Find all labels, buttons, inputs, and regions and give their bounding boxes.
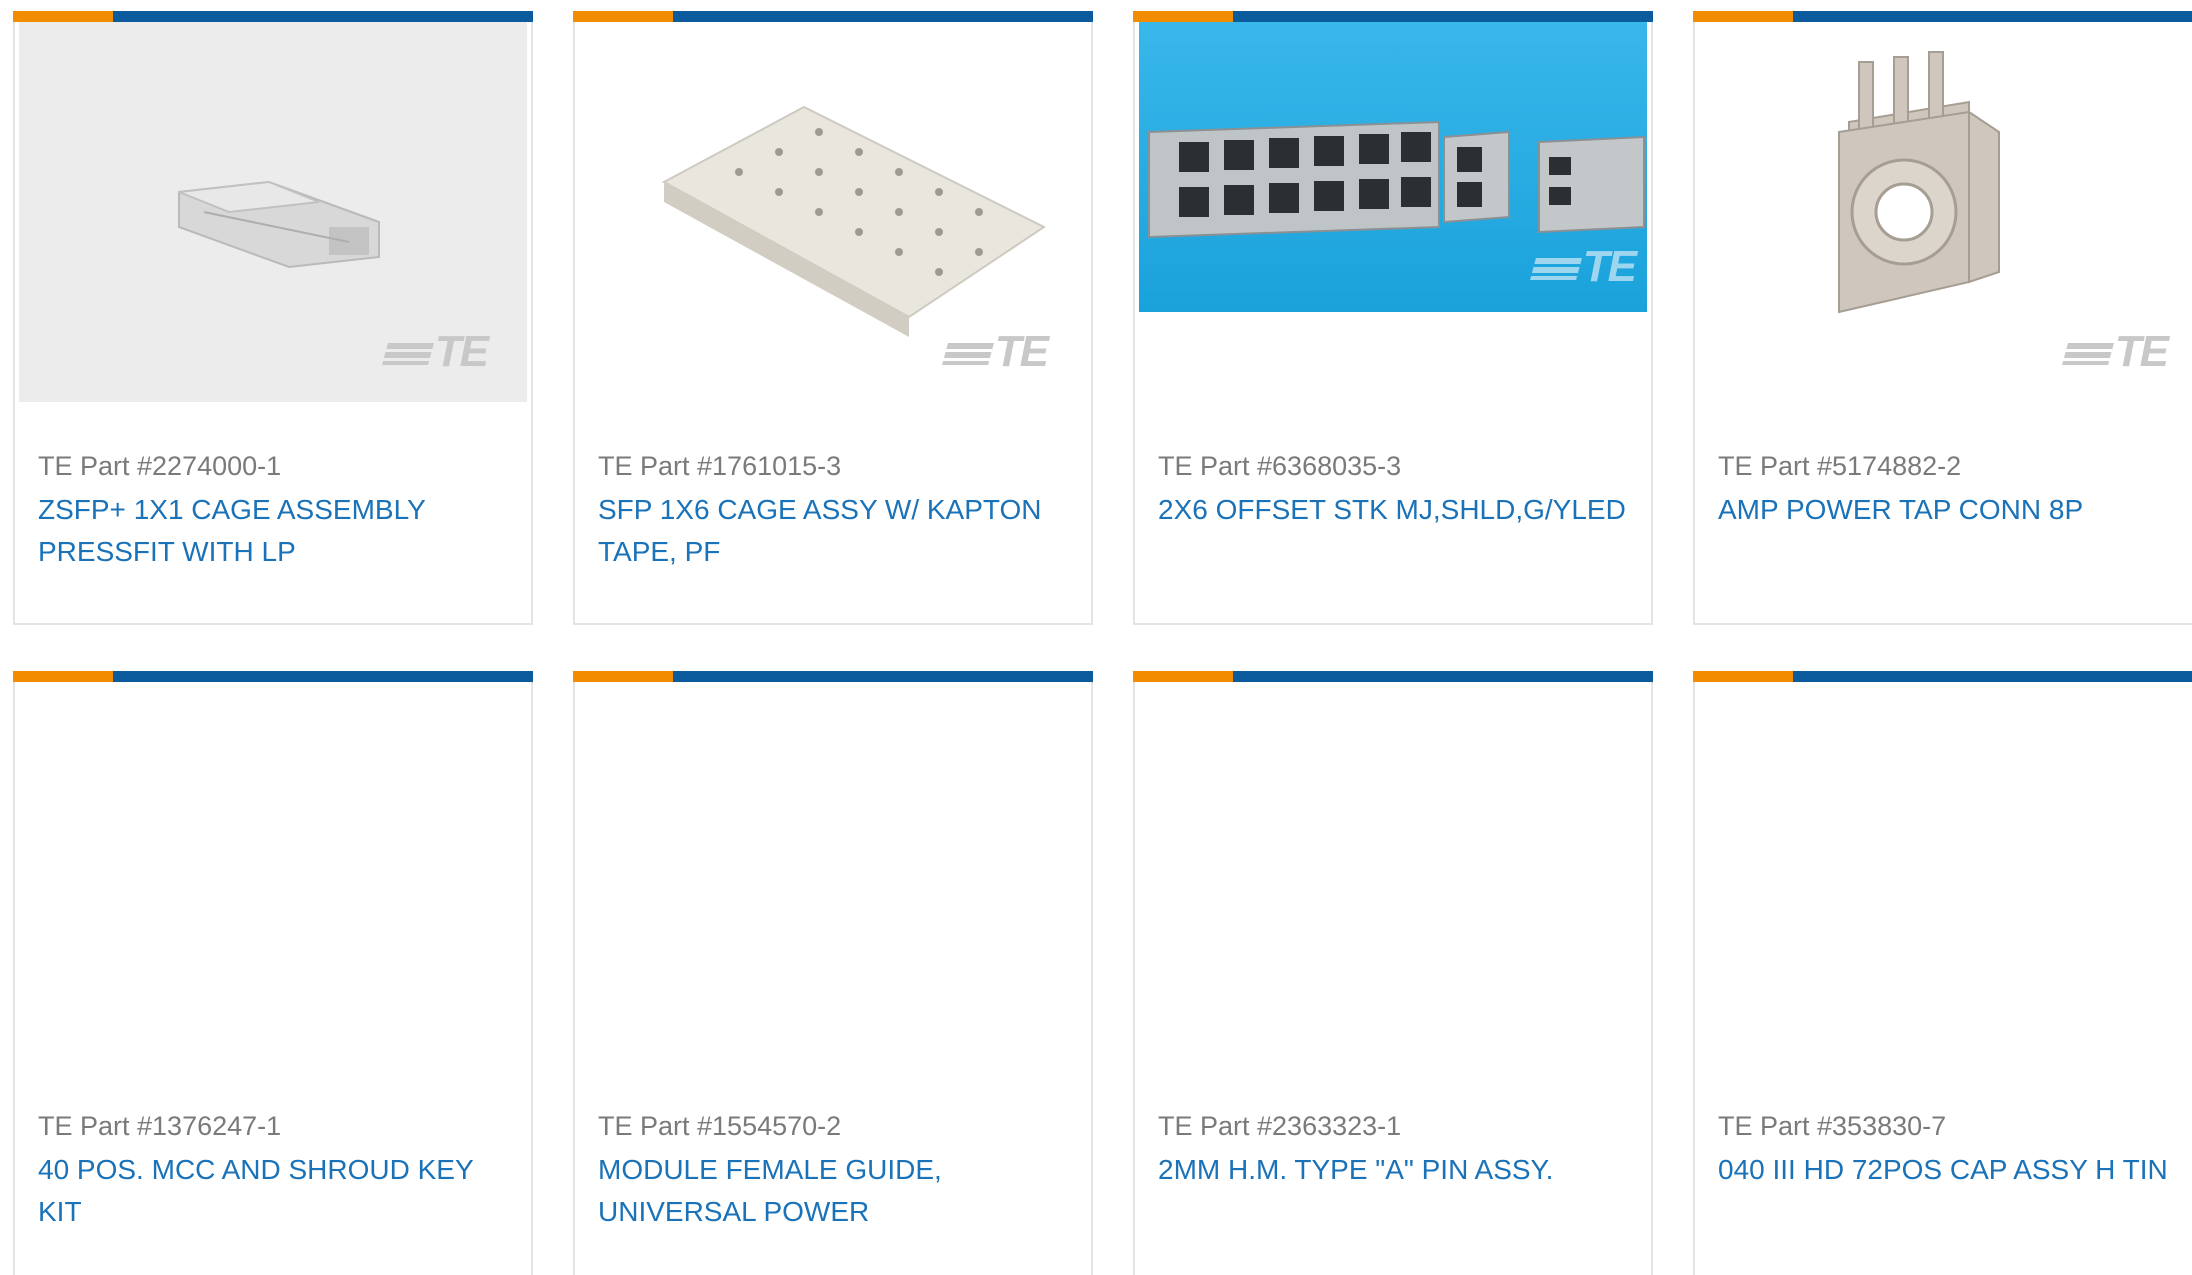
product-title-link[interactable]: 40 POS. MCC AND SHROUD KEY KIT	[38, 1149, 508, 1233]
product-image-placeholder[interactable]	[579, 682, 1087, 1062]
part-number: TE Part #1761015-3	[598, 451, 842, 481]
te-logo-watermark-icon: TE	[941, 327, 1049, 377]
card-accent-bar	[1693, 671, 2192, 682]
te-logo-watermark-icon: TE	[1529, 242, 1637, 292]
product-title-link[interactable]: 040 III HD 72POS CAP ASSY H TIN	[1718, 1149, 2188, 1191]
product-card[interactable]: TE TE Part #6368035-3 2X6 OFFSET STK MJ,…	[1133, 11, 1653, 625]
part-number: TE Part #2274000-1	[38, 451, 282, 481]
part-number: TE Part #5174882-2	[1718, 451, 1962, 481]
product-image[interactable]: TE	[1699, 22, 2192, 402]
te-logo-watermark-icon: TE	[381, 327, 489, 377]
product-card[interactable]: TE Part #1554570-2 MODULE FEMALE GUIDE, …	[573, 671, 1093, 1275]
product-title-link[interactable]: AMP POWER TAP CONN 8P	[1718, 489, 2188, 531]
product-image-placeholder[interactable]	[1699, 682, 2192, 1062]
product-grid: TE TE Part #2274000-1 ZSFP+ 1X1 CAGE ASS…	[0, 0, 2192, 1275]
product-card[interactable]: TE Part #353830-7 040 III HD 72POS CAP A…	[1693, 671, 2192, 1275]
card-accent-bar	[573, 671, 1093, 682]
card-accent-bar	[1133, 11, 1653, 22]
card-accent-bar	[13, 671, 533, 682]
product-card[interactable]: TE Part #1376247-1 40 POS. MCC AND SHROU…	[13, 671, 533, 1275]
product-card[interactable]: TE TE Part #5174882-2 AMP POWER TAP CONN…	[1693, 11, 2192, 625]
part-number: TE Part #1376247-1	[38, 1111, 282, 1141]
card-accent-bar	[1133, 671, 1653, 682]
part-number: TE Part #6368035-3	[1158, 451, 1402, 481]
product-title-link[interactable]: 2MM H.M. TYPE "A" PIN ASSY.	[1158, 1149, 1628, 1191]
te-logo-watermark-icon: TE	[2061, 327, 2169, 377]
product-image-placeholder[interactable]	[1139, 682, 1647, 1062]
part-number: TE Part #1554570-2	[598, 1111, 842, 1141]
product-image[interactable]: TE	[1139, 22, 1647, 402]
product-image[interactable]: TE	[579, 22, 1087, 402]
product-title-link[interactable]: MODULE FEMALE GUIDE, UNIVERSAL POWER	[598, 1149, 1068, 1233]
product-title-link[interactable]: SFP 1X6 CAGE ASSY W/ KAPTON TAPE, PF	[598, 489, 1068, 573]
part-number: TE Part #2363323-1	[1158, 1111, 1402, 1141]
card-accent-bar	[1693, 11, 2192, 22]
part-number: TE Part #353830-7	[1718, 1111, 1947, 1141]
product-card[interactable]: TE Part #2363323-1 2MM H.M. TYPE "A" PIN…	[1133, 671, 1653, 1275]
product-title-link[interactable]: 2X6 OFFSET STK MJ,SHLD,G/YLED	[1158, 489, 1628, 531]
product-image-placeholder[interactable]	[19, 682, 527, 1062]
card-accent-bar	[573, 11, 1093, 22]
product-title-link[interactable]: ZSFP+ 1X1 CAGE ASSEMBLY PRESSFIT WITH LP	[38, 489, 508, 573]
product-image[interactable]: TE	[19, 22, 527, 402]
product-card[interactable]: TE TE Part #1761015-3 SFP 1X6 CAGE ASSY …	[573, 11, 1093, 625]
card-accent-bar	[13, 11, 533, 22]
product-card[interactable]: TE TE Part #2274000-1 ZSFP+ 1X1 CAGE ASS…	[13, 11, 533, 625]
